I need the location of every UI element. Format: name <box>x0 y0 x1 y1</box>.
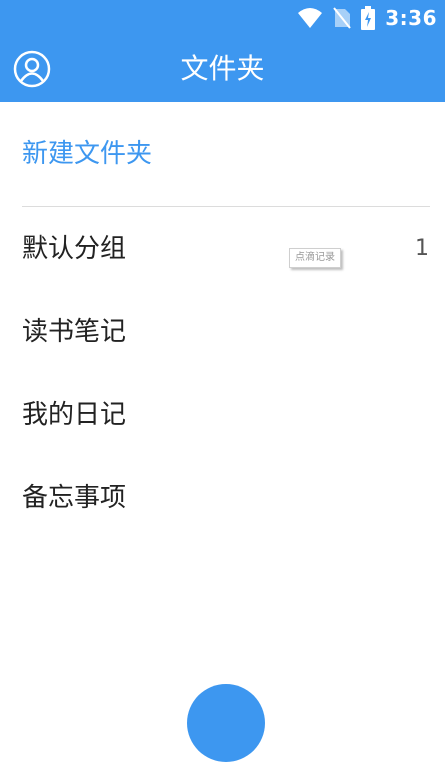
folder-item-default[interactable]: 默认分组 点滴记录 1 <box>0 207 445 290</box>
page-title: 文件夹 <box>180 52 265 85</box>
status-bar: 3:36 <box>0 0 445 36</box>
folder-item-label: 我的日记 <box>22 400 127 430</box>
wifi-icon <box>298 8 323 28</box>
tooltip: 点滴记录 <box>289 248 341 268</box>
floating-action-button[interactable] <box>187 684 265 762</box>
folder-item-count: 1 <box>415 236 429 261</box>
status-time: 3:36 <box>385 6 437 30</box>
new-folder-button[interactable]: 新建文件夹 <box>22 134 152 174</box>
no-sim-icon <box>333 7 352 29</box>
folder-item-label: 默认分组 <box>22 234 127 264</box>
folder-item-label: 备忘事项 <box>22 483 127 513</box>
folder-item-reading-notes[interactable]: 读书笔记 <box>0 290 445 373</box>
folder-item-label: 读书笔记 <box>22 317 127 347</box>
folder-item-memos[interactable]: 备忘事项 <box>0 456 445 539</box>
app-bar: 3:36 文件夹 <box>0 0 445 102</box>
battery-charging-icon <box>361 6 376 30</box>
status-icons: 3:36 <box>297 5 437 31</box>
folder-list: 默认分组 点滴记录 1 读书笔记 我的日记 备忘事项 <box>0 207 445 539</box>
folder-item-my-diary[interactable]: 我的日记 <box>0 373 445 456</box>
toolbar: 文件夹 <box>0 36 445 102</box>
